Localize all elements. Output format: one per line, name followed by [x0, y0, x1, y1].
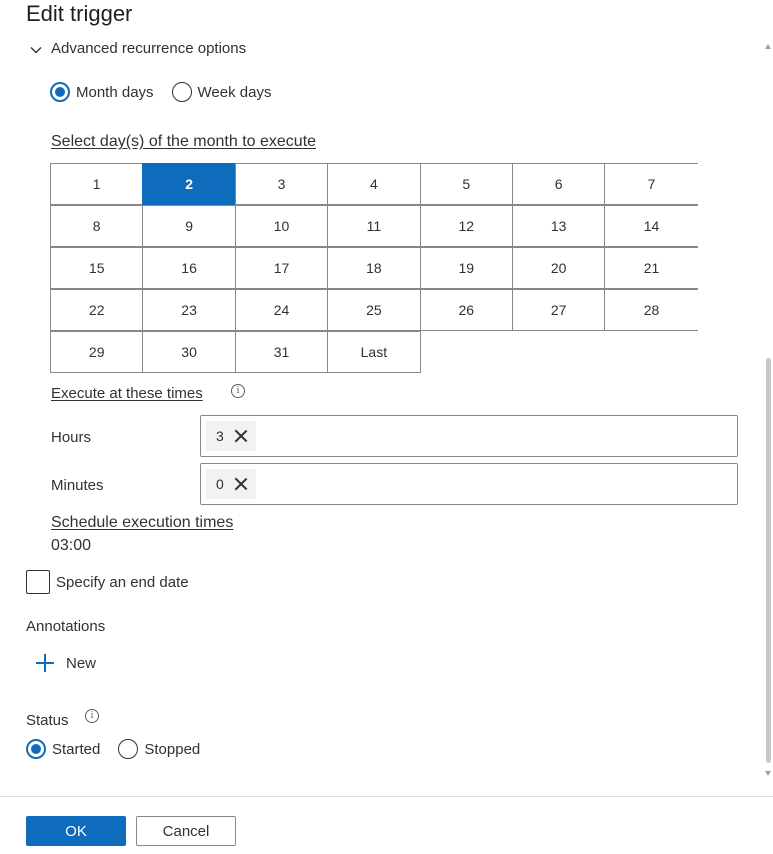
day-cell-10[interactable]: 10: [234, 205, 329, 247]
day-cell-last[interactable]: Last: [327, 331, 421, 373]
hours-label: Hours: [51, 429, 92, 446]
radio-stopped[interactable]: Stopped: [118, 739, 200, 759]
recurrence-mode-group: Month days Week days: [50, 82, 289, 102]
day-cell-8[interactable]: 8: [50, 205, 144, 247]
minutes-input[interactable]: 0: [200, 463, 738, 505]
day-cell-11[interactable]: 11: [327, 205, 421, 247]
day-cell-4[interactable]: 4: [327, 163, 421, 205]
status-info-icon[interactable]: i: [85, 709, 99, 723]
day-cell-27[interactable]: 27: [511, 289, 606, 331]
scroll-down-arrow-icon[interactable]: [765, 771, 771, 776]
day-cell-9[interactable]: 9: [142, 205, 236, 247]
day-cell-18[interactable]: 18: [327, 247, 421, 289]
radio-month-days-label: Month days: [76, 83, 154, 101]
clip-overlay: [0, 34, 763, 41]
day-cell-2[interactable]: 2: [142, 163, 236, 205]
day-cell-25[interactable]: 25: [327, 289, 421, 331]
day-cell-20[interactable]: 20: [511, 247, 606, 289]
select-days-label: Select day(s) of the month to execute: [51, 133, 317, 150]
days-row: 1234567: [50, 163, 706, 206]
day-cell-19[interactable]: 19: [419, 247, 513, 289]
days-row: 29 30 31 Last: [50, 331, 706, 374]
day-cell-7[interactable]: 7: [604, 163, 698, 205]
advanced-recurrence-toggle[interactable]: Advanced recurrence options: [28, 39, 246, 61]
cancel-button[interactable]: Cancel: [136, 816, 236, 846]
radio-stopped-circle[interactable]: [118, 739, 139, 759]
day-cell-6[interactable]: 6: [511, 163, 606, 205]
day-cell-26[interactable]: 26: [419, 289, 513, 331]
end-date-label: Specify an end date: [56, 573, 189, 591]
hours-tag: 3: [206, 421, 256, 451]
day-cell-14[interactable]: 14: [604, 205, 698, 247]
day-cell-16[interactable]: 16: [142, 247, 236, 289]
info-icon[interactable]: i: [231, 384, 245, 398]
radio-week-days-label: Week days: [197, 83, 272, 101]
minutes-tag: 0: [206, 469, 256, 499]
day-cell-3[interactable]: 3: [234, 163, 329, 205]
schedule-times-label: Schedule execution times: [51, 514, 234, 531]
day-cell-28[interactable]: 28: [604, 289, 698, 331]
day-cell-13[interactable]: 13: [511, 205, 606, 247]
trigger-form: Advanced recurrence options Month days W…: [0, 34, 763, 794]
day-cell-1[interactable]: 1: [50, 163, 144, 205]
radio-started[interactable]: Started: [26, 739, 100, 759]
day-cell-30[interactable]: 30: [142, 331, 236, 373]
vertical-scrollbar[interactable]: [763, 40, 773, 785]
chevron-down-icon: [30, 47, 42, 54]
add-annotation-label: New: [66, 654, 97, 672]
scroll-up-arrow-icon[interactable]: [765, 44, 771, 49]
advanced-recurrence-label: Advanced recurrence options: [51, 39, 247, 57]
panel-title: Edit trigger: [26, 1, 133, 26]
radio-stopped-label: Stopped: [144, 740, 201, 758]
days-row: 8 9 10 11 12 13 14: [50, 205, 706, 248]
status-radio-group: Started Stopped: [26, 739, 218, 759]
day-cell-5[interactable]: 5: [419, 163, 513, 205]
day-cell-31[interactable]: 31: [234, 331, 329, 373]
schedule-times-value: 03:00: [51, 537, 92, 554]
hours-input[interactable]: 3: [200, 415, 738, 457]
radio-week-days[interactable]: Week days: [171, 82, 272, 102]
radio-started-label: Started: [52, 740, 101, 758]
remove-hours-tag-icon[interactable]: [234, 429, 248, 443]
end-date-checkbox[interactable]: [26, 570, 50, 594]
days-row: 22 23 24 25 26 27 28: [50, 289, 706, 332]
day-cell-22[interactable]: 22: [50, 289, 144, 331]
annotations-label: Annotations: [26, 618, 106, 635]
day-cell-21[interactable]: 21: [604, 247, 698, 289]
day-cell-12[interactable]: 12: [419, 205, 513, 247]
footer-divider: [0, 796, 773, 797]
days-row: 15 16 17 18 19 20 21: [50, 247, 706, 290]
radio-month-days-circle[interactable]: [50, 82, 70, 102]
hours-tag-value: 3: [216, 428, 224, 444]
remove-minutes-tag-icon[interactable]: [234, 477, 248, 491]
radio-week-days-circle[interactable]: [171, 82, 192, 102]
day-cell-23[interactable]: 23: [142, 289, 236, 331]
plus-icon: [36, 654, 54, 672]
scroll-thumb[interactable]: [766, 358, 771, 763]
execute-times-label: Execute at these times: [51, 385, 203, 402]
minutes-label: Minutes: [51, 477, 104, 494]
radio-month-days[interactable]: Month days: [50, 82, 154, 102]
end-date-checkbox-row[interactable]: Specify an end date: [26, 570, 189, 594]
month-days-grid: 1 2 3 4 5 6 7 8 9 10 11 12 13 14 15 16 17 18 19 20 21 22 23 24 2…: [50, 163, 706, 374]
status-label: Status: [26, 712, 69, 729]
execute-times-text: Execute at these times: [51, 385, 203, 402]
day-cell-15[interactable]: 15: [50, 247, 144, 289]
radio-started-circle[interactable]: [26, 739, 46, 759]
add-annotation-button[interactable]: New: [36, 654, 96, 672]
ok-button[interactable]: OK: [26, 816, 126, 846]
day-cell-17[interactable]: 17: [234, 247, 329, 289]
day-cell-29[interactable]: 29: [50, 331, 144, 373]
minutes-tag-value: 0: [216, 476, 224, 492]
day-cell-24[interactable]: 24: [234, 289, 329, 331]
